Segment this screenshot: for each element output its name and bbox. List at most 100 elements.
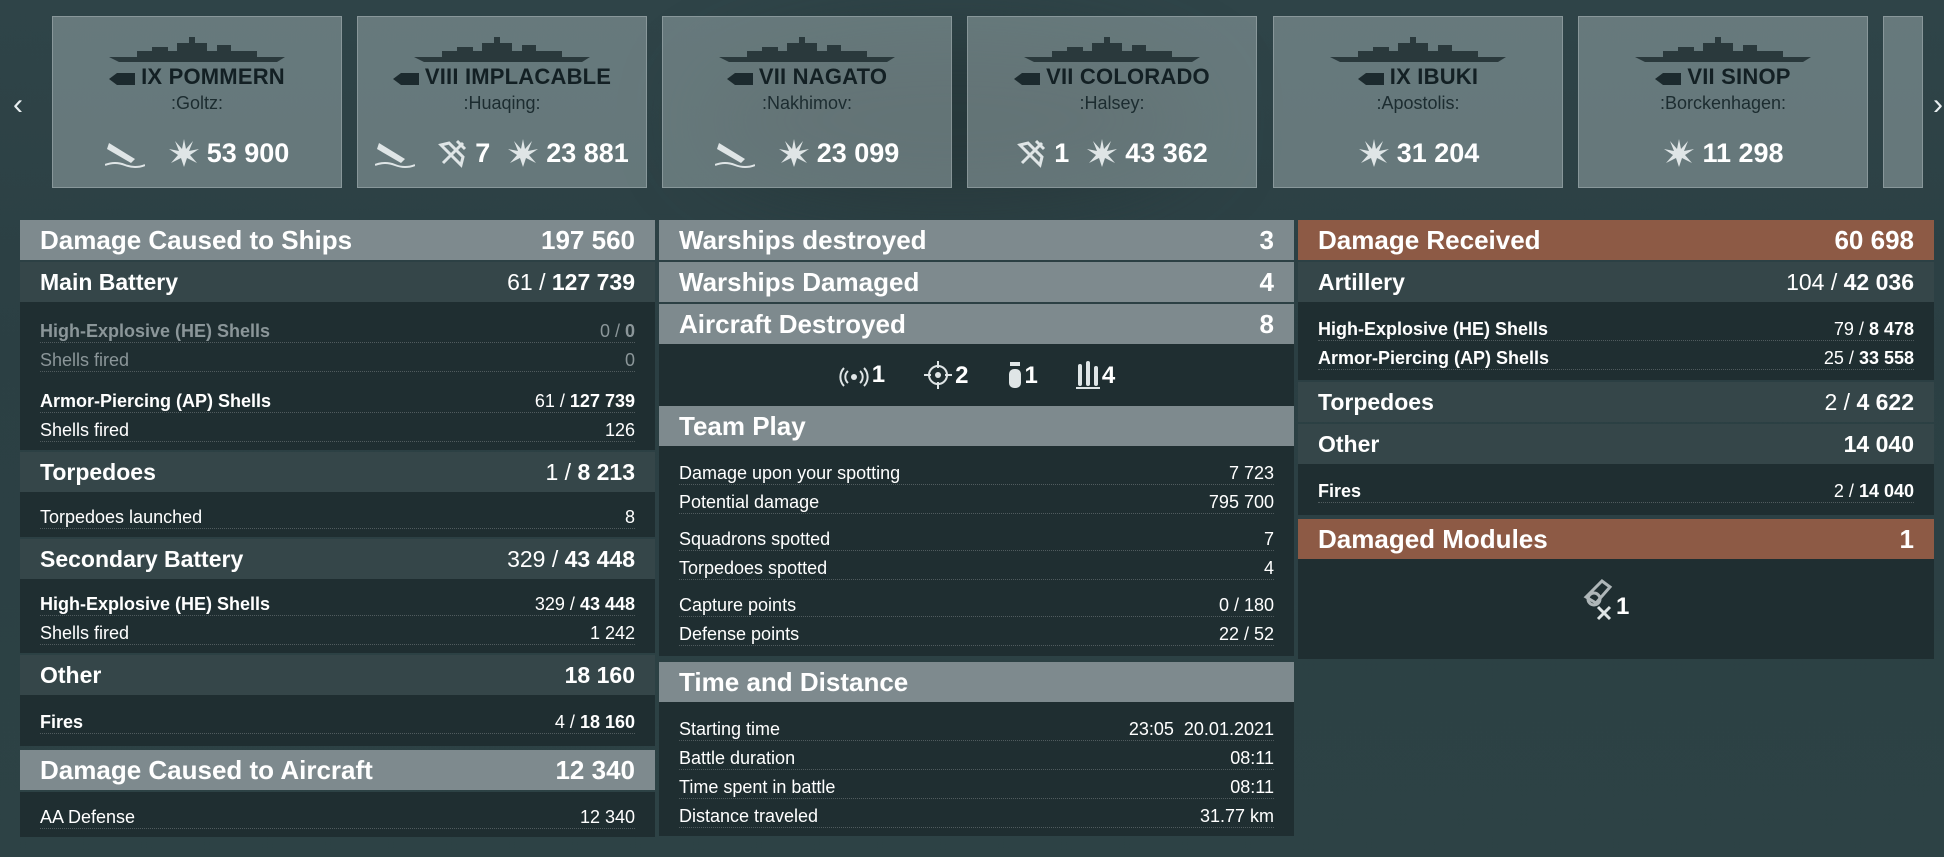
main-battery-header: Main Battery 61 / 127 739 [20,262,655,302]
damage-received-header: Damage Received 60 698 [1298,220,1934,260]
ship-player: :Halsey: [1079,93,1145,113]
ship-silhouette-icon [414,37,590,62]
he-row: High-Explosive (HE) Shells 0 / 0 [40,314,635,343]
tp-row: Damage upon your spotting 7 723 [679,456,1274,485]
tp-row: Capture points 0 / 180 [679,588,1274,617]
ship-player: :Apostolis: [1376,93,1460,113]
team-play-header: Team Play [659,406,1294,446]
ship-stat [375,137,421,169]
ship-stats: 7 23 881 [358,137,646,169]
main-battery-hits: 61 / [507,268,546,295]
modules-block: 1 [1298,559,1934,659]
ship-class-icon [109,65,136,91]
damage-aircraft-header: Damage Caused to Aircraft 12 340 [20,750,655,790]
ship-stat: 23 099 [777,137,899,169]
ribbon-spotted: 1 [838,361,885,389]
aa-row: AA Defense 12 340 [40,800,635,829]
ribbons-row: 1 2 1 4 [659,344,1294,406]
ship-player: :Huaqing: [463,93,541,113]
damage-icon [777,137,811,169]
module-item: 1 [1582,577,1629,621]
prev-arrow[interactable]: ‹ [6,85,30,125]
spotted-icon [839,367,869,387]
next-arrow[interactable]: › [1926,85,1944,125]
recv-fires-row: Fires 2 / 14 040 [1318,474,1914,503]
ap-fired-row: Shells fired 126 [40,413,635,442]
damage-icon [167,137,201,169]
ship-card[interactable]: VII SINOP:Borckenhagen: 11 298 [1578,16,1868,188]
sec-he-row: High-Explosive (HE) Shells 329 / 43 448 [40,587,635,616]
planes-shot-icon [1016,137,1048,169]
ship-stat: 11 298 [1662,137,1784,169]
main-battery-label: Main Battery [40,268,179,295]
ship-stats: 23 099 [663,137,951,169]
tp-row: Squadrons spotted 7 [679,522,1274,551]
sec-fired-row: Shells fired 1 242 [40,616,635,645]
ship-stats: 31 204 [1274,137,1562,169]
main-battery-block: High-Explosive (HE) Shells 0 / 0 Shells f… [20,302,655,450]
ship-player: :Nakhimov: [761,93,853,113]
warships-destroyed-header: Warships destroyed 3 [659,220,1294,260]
secondary-block: High-Explosive (HE) Shells 329 / 43 448 S… [20,579,655,653]
damage-received-panel: Damage Received 60 698 Artillery 104 / 42 … [1298,220,1934,659]
ship-player: :Goltz: [170,93,223,113]
damage-icon [506,137,540,169]
crosshair-icon [924,361,953,389]
ship-card[interactable]: IX POMMERN:Goltz: 53 900 [52,16,342,188]
bomb-icon [1008,362,1021,388]
damage-ships-label: Damage Caused to Ships [40,224,353,255]
ship-name: VII NAGATO [663,64,951,91]
ribbon-bomb: 1 [1007,360,1038,390]
damage-ships-header: Damage Caused to Ships 197 560 [20,220,655,260]
ship-card[interactable]: VIII IMPLACABLE:Huaqing: 7 23 881 [357,16,647,188]
ribbon-crosshair: 2 [923,360,969,390]
recv-torpedoes-header: Torpedoes 2 / 4 622 [1298,382,1934,422]
warships-damaged-header: Warships Damaged 4 [659,262,1294,302]
artillery-header: Artillery 104 / 42 036 [1298,262,1934,302]
ship-name: IX POMMERN [53,64,341,91]
fires-row: Fires 4 / 18 160 [40,705,635,734]
recv-ap-row: Armor-Piercing (AP) Shells 25 / 33 558 [1318,341,1914,370]
sunk-icon [714,137,755,169]
ship-stats: 53 900 [53,137,341,169]
ship-card[interactable]: IX IBUKI:Apostolis: 31 204 [1273,16,1563,188]
ship-stat: 53 900 [167,137,289,169]
td-row: Battle duration 08:11 [679,741,1274,770]
tp-row: Torpedoes spotted 4 [679,551,1274,580]
tp-row: Potential damage 795 700 [679,485,1274,514]
other-header: Other 18 160 [20,655,655,695]
ship-class-icon [1655,65,1682,91]
ship-card[interactable]: VII NAGATO:Nakhimov: 23 099 [662,16,952,188]
td-row: Starting time 23:05 20.01.2021 [679,712,1274,741]
ap-row: Armor-Piercing (AP) Shells 61 / 127 739 [40,384,635,413]
module-count: 1 [1616,593,1630,620]
sunk-icon [375,137,416,169]
ship-card-partial[interactable] [1883,16,1923,188]
recv-other-header: Other 14 040 [1298,424,1934,464]
damage-icon [1662,137,1696,169]
he-fired-row: Shells fired 0 [40,343,635,372]
secondary-header: Secondary Battery 329 / 43 448 [20,539,655,579]
ship-stat: 1 [1016,137,1069,169]
torpedo-icon [1075,361,1100,389]
torpedoes-block: Torpedoes launched 8 [20,492,655,537]
ship-stat: 7 [437,137,490,169]
ship-name: VII COLORADO [968,64,1256,91]
ship-card[interactable]: VII COLORADO:Halsey: 1 43 362 [967,16,1257,188]
tp-row: Defense points 22 / 52 [679,617,1274,646]
planes-shot-icon [437,137,469,169]
ship-stat: 43 362 [1085,137,1208,169]
ship-stat [714,137,761,169]
ship-silhouette-icon [1330,37,1506,62]
ship-silhouette-icon [1024,37,1200,62]
ship-name: IX IBUKI [1274,64,1562,91]
kills-panel: Warships destroyed 3 Warships Damaged 4 Ai… [659,220,1294,836]
time-distance-header: Time and Distance [659,662,1294,702]
ship-class-icon [392,65,419,91]
other-block: Fires 4 / 18 160 [20,695,655,746]
torpedoes-launched-row: Torpedoes launched 8 [40,500,635,529]
ship-silhouette-icon [1635,37,1811,62]
ship-stats: 1 43 362 [968,137,1256,169]
ship-name: VIII IMPLACABLE [358,64,646,91]
main-battery-value: 127 739 [551,268,635,295]
